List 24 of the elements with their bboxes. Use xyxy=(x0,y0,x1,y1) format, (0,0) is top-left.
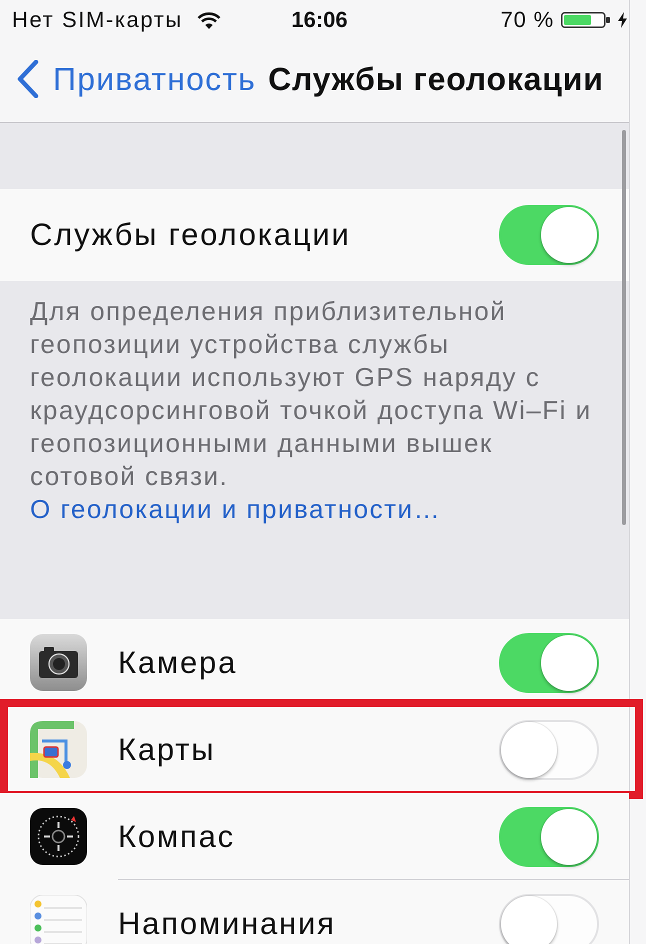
carrier-name: Нет SIM-карты xyxy=(12,7,183,33)
toggle-switch[interactable] xyxy=(499,720,599,780)
battery-icon xyxy=(561,12,611,28)
compass-icon xyxy=(30,808,87,865)
privacy-link[interactable]: О геолокации и приватности… xyxy=(30,494,442,524)
toggle-switch[interactable] xyxy=(499,894,599,944)
camera-icon xyxy=(30,634,87,691)
toggle-switch[interactable] xyxy=(499,632,599,692)
wifi-icon xyxy=(196,12,221,28)
chevron-left-icon xyxy=(17,60,39,98)
app-name: Камера xyxy=(118,644,238,680)
screen-title: Службы геолокации xyxy=(268,60,604,98)
app-name: Компас xyxy=(118,818,236,854)
clock-time: 16:06 xyxy=(291,7,348,33)
setting-label: Службы геолокации xyxy=(30,217,352,253)
back-button[interactable]: Приватность xyxy=(17,60,256,98)
app-name: Напоминания xyxy=(118,906,337,942)
footer-description: Для определения приблизительной геопозиции устройства службы геолокации используют GPS наряду с краудсорсинговой точкой доступа Wi–Fi и геопозиционными данными вышек сотовой связи. О геолокации и приватности… xyxy=(30,295,593,526)
toggle-switch[interactable] xyxy=(499,806,599,866)
battery-percentage: 70 % xyxy=(500,7,554,33)
toggle-switch[interactable] xyxy=(499,205,599,265)
charging-bolt-icon xyxy=(618,12,627,28)
map-icon xyxy=(30,721,87,778)
app-name: Карты xyxy=(118,732,216,768)
